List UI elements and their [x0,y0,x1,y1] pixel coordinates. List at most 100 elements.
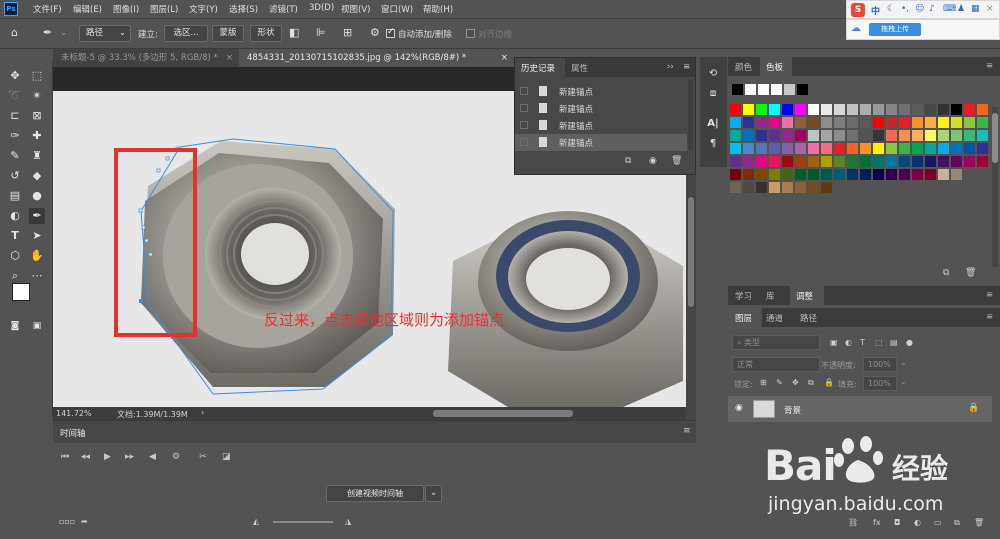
fill-input[interactable]: 100% [863,376,897,391]
chevron-down-icon[interactable]: ⌄ [425,485,442,502]
color-swatch[interactable] [808,104,819,115]
menu-file[interactable]: 文件(F) [33,3,62,15]
zoom-in-icon[interactable]: ◮ [345,517,351,526]
menu-image[interactable]: 图像(I) [113,3,139,15]
swatches-scrollbar[interactable] [992,107,998,267]
lock-transparency-icon[interactable]: ⊞ [760,378,767,387]
timeline-title[interactable]: 时间轴 [60,427,86,439]
gradient-tool-icon[interactable]: ▤ [7,188,23,204]
color-swatch[interactable] [808,156,819,167]
history-panel-icon[interactable]: ⟲ [704,65,722,83]
color-swatch[interactable] [769,143,780,154]
recent-swatch[interactable] [797,84,808,95]
color-swatch[interactable] [821,130,832,141]
link-layers-icon[interactable]: ⛓ [848,518,858,527]
color-swatch[interactable] [860,130,871,141]
history-row[interactable]: 新建锚点 [515,100,687,117]
tab-adjustments[interactable]: 调整 [796,290,813,302]
tab-channels[interactable]: 通道 [766,312,783,324]
blend-mode-select[interactable]: 正常 [732,357,820,372]
tab-nut-jpg[interactable]: 4854331_20130715102835.jpg @ 142%(RGB/8#… [239,49,514,67]
magic-wand-icon[interactable]: ✴ [29,88,45,104]
color-swatch[interactable] [808,169,819,180]
color-swatch[interactable] [860,117,871,128]
path-alignment-icon[interactable]: ⊫ [316,26,326,39]
color-swatch[interactable] [743,169,754,180]
color-swatch[interactable] [938,156,949,167]
color-swatch[interactable] [821,156,832,167]
menu-help[interactable]: 帮助(H) [423,3,453,15]
recent-swatch[interactable] [784,84,795,95]
color-swatch[interactable] [769,182,780,193]
color-swatch[interactable] [977,104,988,115]
keyboard-icon[interactable]: ⌨ [943,4,956,14]
color-swatch[interactable] [834,169,845,180]
recent-swatch[interactable] [758,84,769,95]
lock-position-icon[interactable]: ✥ [792,378,799,387]
color-swatch[interactable] [899,169,910,180]
chevron-down-icon[interactable]: ⌄ [900,358,907,367]
color-swatch[interactable] [808,130,819,141]
color-swatch[interactable] [873,156,884,167]
color-swatch[interactable] [951,130,962,141]
color-swatch[interactable] [782,182,793,193]
color-swatch[interactable] [899,117,910,128]
color-swatch[interactable] [912,169,923,180]
dodge-tool-icon[interactable]: ◐ [7,208,23,224]
first-frame-icon[interactable]: ⏮ [61,452,69,462]
color-swatch[interactable] [873,104,884,115]
color-swatch[interactable] [769,130,780,141]
history-source-checkbox[interactable] [520,121,528,129]
tab-history[interactable]: 历史记录 [521,62,555,74]
color-swatch[interactable] [834,143,845,154]
color-swatch[interactable] [756,104,767,115]
color-swatch[interactable] [925,117,936,128]
color-swatch[interactable] [925,130,936,141]
new-layer-icon[interactable]: ⧉ [954,518,960,528]
color-swatch[interactable] [730,143,741,154]
recent-swatch[interactable] [745,84,756,95]
color-swatch[interactable] [730,169,741,180]
status-arrow-icon[interactable]: › [201,408,204,417]
color-swatch[interactable] [847,104,858,115]
color-swatch[interactable] [795,143,806,154]
paragraph-panel-icon[interactable]: ¶ [704,135,722,153]
crop-tool-icon[interactable]: ⊏ [7,108,23,124]
new-group-icon[interactable]: ▭ [934,518,942,527]
color-swatch[interactable] [951,156,962,167]
properties-panel-icon[interactable]: ⧈ [704,85,722,103]
align-edges-checkbox[interactable] [466,29,475,38]
create-video-timeline-button[interactable]: 创建视频时间轴 [326,485,424,502]
move-tool-icon[interactable]: ✥ [7,68,23,84]
chevron-down-icon[interactable]: ⌄ [900,377,907,386]
color-swatch[interactable] [743,104,754,115]
marquee-tool-icon[interactable]: ⬚ [29,68,45,84]
mic-icon[interactable]: ♪ [929,4,935,14]
document-size[interactable]: 文档:1.39M/1.39M [117,409,188,420]
color-swatch[interactable] [886,143,897,154]
auto-add-delete-checkbox[interactable]: ✓ [386,27,395,38]
color-swatch[interactable] [847,143,858,154]
layer-name[interactable]: 背景 [784,404,801,416]
color-swatch[interactable] [938,117,949,128]
color-swatch[interactable] [821,143,832,154]
lock-pixels-icon[interactable]: ✎ [776,378,783,387]
color-swatch[interactable] [730,117,741,128]
color-swatch[interactable] [795,104,806,115]
history-source-checkbox[interactable] [520,138,528,146]
color-swatch[interactable] [938,130,949,141]
foreground-color-swatch[interactable] [12,283,30,301]
color-swatch[interactable] [743,117,754,128]
play-icon[interactable]: ▶ [104,452,111,462]
color-swatch[interactable] [847,169,858,180]
color-swatch[interactable] [769,117,780,128]
filter-smart-icon[interactable]: ▤ [890,338,898,347]
vertical-scroll-thumb[interactable] [688,197,694,307]
zoom-level[interactable]: 141.72% [56,409,92,418]
color-swatch[interactable] [938,143,949,154]
color-swatch[interactable] [730,182,741,193]
color-swatch[interactable] [808,182,819,193]
lasso-tool-icon[interactable]: ➰ [7,88,23,104]
color-swatch[interactable] [782,169,793,180]
sogou-logo[interactable]: S [851,3,865,17]
